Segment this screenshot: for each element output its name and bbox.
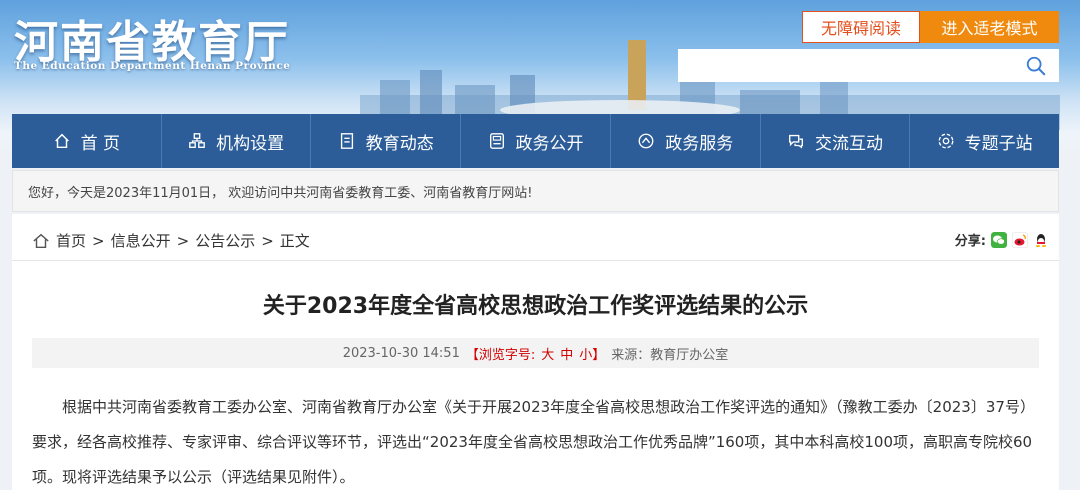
breadcrumb-current: 正文: [279, 232, 310, 250]
nav-label: 教育动态: [365, 133, 434, 154]
breadcrumb-divider: [12, 260, 1059, 261]
topic-icon: [938, 133, 954, 149]
doc-icon: [489, 133, 504, 149]
nav-label: 专题子站: [964, 133, 1033, 154]
article-title: 关于2023年度全省高校思想政治工作奖评选结果的公示: [262, 294, 809, 319]
search-box: [678, 49, 1059, 82]
nav-item-topic[interactable]: 专题子站: [910, 114, 1059, 168]
nav-item-gov-service[interactable]: 政务服务: [611, 114, 761, 168]
interact-icon: [788, 134, 803, 149]
search-icon[interactable]: [1025, 55, 1047, 77]
breadcrumb-info-open[interactable]: 信息公开: [111, 230, 171, 251]
nav-item-org[interactable]: 机构设置: [162, 114, 312, 168]
share-bar: 分享:: [955, 230, 1049, 249]
share-label: 分享:: [954, 234, 986, 249]
elder-mode-button[interactable]: 进入适老模式: [920, 11, 1059, 43]
qq-icon[interactable]: [1033, 231, 1049, 248]
news-icon: [340, 133, 353, 149]
breadcrumb-separator: >: [176, 231, 190, 250]
article-paragraph: 根据中共河南省委教育工委办公室、河南省教育厅办公室《关于开展2023年度全省高校…: [32, 398, 1035, 486]
font-size-small[interactable]: 小】: [579, 344, 605, 363]
main-nav: 首 页 机构设置 教育动态 政务公开 政务服务 交流互动 专题子站: [12, 114, 1059, 168]
accessible-reading-button[interactable]: 无障碍阅读: [802, 11, 920, 43]
home-icon: [54, 133, 69, 149]
breadcrumb: 首页 > 信息公开 > 公告公示 > 正文: [32, 230, 310, 251]
nav-label: 首 页: [80, 133, 121, 154]
weibo-icon[interactable]: [1012, 231, 1028, 248]
font-size-prefix: 【浏览字号:: [465, 347, 536, 363]
article-panel: 首页 > 信息公开 > 公告公示 > 正文 分享: 关于2023年度全省高校思想…: [12, 214, 1059, 490]
nav-item-interact[interactable]: 交流互动: [761, 114, 911, 168]
nav-label: 机构设置: [216, 133, 285, 154]
nav-label: 交流互动: [814, 133, 883, 154]
nav-label: 政务服务: [665, 133, 734, 154]
nav-item-home[interactable]: 首 页: [12, 114, 162, 168]
site-logo-en: The Education Department Henan Province: [14, 60, 291, 72]
org-icon: [189, 133, 205, 148]
publish-date: 2023-10-30 14:51: [342, 345, 460, 361]
font-size-large[interactable]: 大: [541, 344, 554, 363]
search-input[interactable]: [678, 49, 1018, 82]
home-icon: [33, 233, 49, 248]
welcome-bar: 您好，今天是2023年11月01日， 欢迎访问中共河南省委教育工委、河南省教育厅…: [12, 170, 1059, 212]
breadcrumb-notices[interactable]: 公告公示: [195, 230, 255, 251]
nav-item-gov-open[interactable]: 政务公开: [461, 114, 611, 168]
wechat-icon[interactable]: [991, 231, 1007, 248]
breadcrumb-separator: >: [92, 231, 105, 250]
service-icon: [638, 133, 654, 149]
article-source: 来源：教育厅办公室: [611, 347, 729, 363]
nav-item-news[interactable]: 教育动态: [311, 114, 462, 168]
article-meta: 2023-10-30 14:51 【浏览字号: 大 中 小】 来源：教育厅办公室: [32, 338, 1039, 368]
nav-label: 政务公开: [515, 133, 584, 154]
breadcrumb-home[interactable]: 首页: [56, 230, 86, 251]
breadcrumb-separator: >: [261, 231, 274, 250]
font-size-medium[interactable]: 中: [560, 344, 573, 363]
